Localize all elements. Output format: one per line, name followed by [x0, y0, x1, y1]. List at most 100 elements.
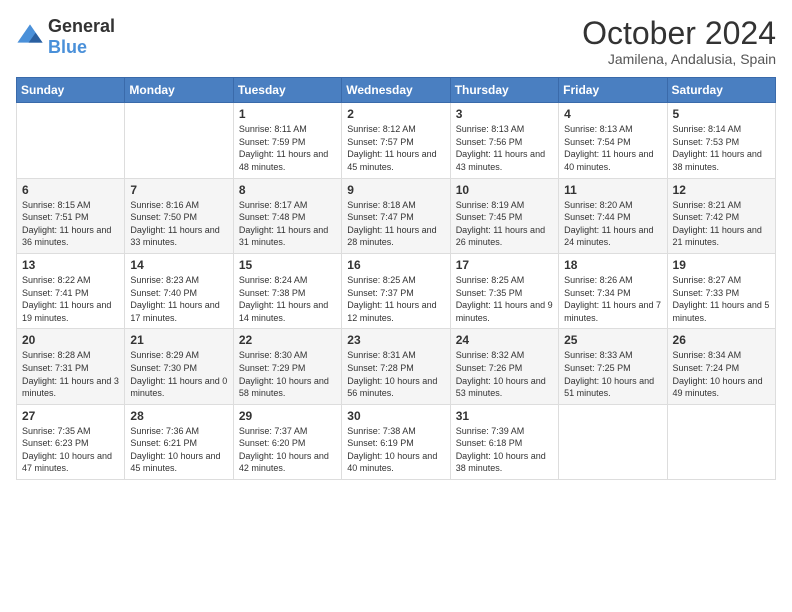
calendar-cell: 20 Sunrise: 8:28 AM Sunset: 7:31 PM Dayli…	[17, 329, 125, 404]
day-info: Sunrise: 8:11 AM Sunset: 7:59 PM Dayligh…	[239, 123, 336, 173]
day-number: 14	[130, 258, 227, 272]
day-info: Sunrise: 7:36 AM Sunset: 6:21 PM Dayligh…	[130, 425, 227, 475]
col-friday: Friday	[559, 78, 667, 103]
day-number: 12	[673, 183, 770, 197]
location-title: Jamilena, Andalusia, Spain	[582, 51, 776, 67]
day-info: Sunrise: 8:23 AM Sunset: 7:40 PM Dayligh…	[130, 274, 227, 324]
day-info: Sunrise: 8:24 AM Sunset: 7:38 PM Dayligh…	[239, 274, 336, 324]
calendar-cell: 21 Sunrise: 8:29 AM Sunset: 7:30 PM Dayli…	[125, 329, 233, 404]
day-number: 6	[22, 183, 119, 197]
calendar-cell: 22 Sunrise: 8:30 AM Sunset: 7:29 PM Dayli…	[233, 329, 341, 404]
logo: General Blue	[16, 16, 115, 58]
col-tuesday: Tuesday	[233, 78, 341, 103]
calendar-cell: 28 Sunrise: 7:36 AM Sunset: 6:21 PM Dayli…	[125, 404, 233, 479]
day-number: 8	[239, 183, 336, 197]
day-info: Sunrise: 8:18 AM Sunset: 7:47 PM Dayligh…	[347, 199, 444, 249]
day-info: Sunrise: 8:15 AM Sunset: 7:51 PM Dayligh…	[22, 199, 119, 249]
logo-general: General	[48, 16, 115, 36]
calendar-cell: 5 Sunrise: 8:14 AM Sunset: 7:53 PM Daylig…	[667, 103, 775, 178]
day-info: Sunrise: 8:17 AM Sunset: 7:48 PM Dayligh…	[239, 199, 336, 249]
day-info: Sunrise: 8:28 AM Sunset: 7:31 PM Dayligh…	[22, 349, 119, 399]
page-container: General Blue October 2024 Jamilena, Anda…	[0, 0, 792, 496]
logo-icon	[16, 23, 44, 51]
day-info: Sunrise: 8:25 AM Sunset: 7:37 PM Dayligh…	[347, 274, 444, 324]
day-info: Sunrise: 8:33 AM Sunset: 7:25 PM Dayligh…	[564, 349, 661, 399]
calendar-week-2: 6 Sunrise: 8:15 AM Sunset: 7:51 PM Daylig…	[17, 178, 776, 253]
day-info: Sunrise: 8:14 AM Sunset: 7:53 PM Dayligh…	[673, 123, 770, 173]
day-number: 3	[456, 107, 553, 121]
calendar-week-5: 27 Sunrise: 7:35 AM Sunset: 6:23 PM Dayli…	[17, 404, 776, 479]
day-info: Sunrise: 8:25 AM Sunset: 7:35 PM Dayligh…	[456, 274, 553, 324]
calendar-week-1: 1 Sunrise: 8:11 AM Sunset: 7:59 PM Daylig…	[17, 103, 776, 178]
day-info: Sunrise: 7:35 AM Sunset: 6:23 PM Dayligh…	[22, 425, 119, 475]
day-number: 17	[456, 258, 553, 272]
calendar-cell: 24 Sunrise: 8:32 AM Sunset: 7:26 PM Dayli…	[450, 329, 558, 404]
calendar-cell: 7 Sunrise: 8:16 AM Sunset: 7:50 PM Daylig…	[125, 178, 233, 253]
calendar-week-4: 20 Sunrise: 8:28 AM Sunset: 7:31 PM Dayli…	[17, 329, 776, 404]
day-number: 24	[456, 333, 553, 347]
day-info: Sunrise: 8:13 AM Sunset: 7:56 PM Dayligh…	[456, 123, 553, 173]
calendar-cell	[667, 404, 775, 479]
day-number: 13	[22, 258, 119, 272]
calendar-week-3: 13 Sunrise: 8:22 AM Sunset: 7:41 PM Dayli…	[17, 253, 776, 328]
day-number: 18	[564, 258, 661, 272]
calendar-cell: 10Sunrise: 8:19 AM Sunset: 7:45 PM Dayli…	[450, 178, 558, 253]
calendar-cell: 31 Sunrise: 7:39 AM Sunset: 6:18 PM Dayli…	[450, 404, 558, 479]
day-number: 7	[130, 183, 227, 197]
logo-blue: Blue	[48, 37, 87, 57]
day-info: Sunrise: 8:13 AM Sunset: 7:54 PM Dayligh…	[564, 123, 661, 173]
calendar-cell: 27 Sunrise: 7:35 AM Sunset: 6:23 PM Dayli…	[17, 404, 125, 479]
day-info: Sunrise: 7:39 AM Sunset: 6:18 PM Dayligh…	[456, 425, 553, 475]
calendar-cell: 23Sunrise: 8:31 AM Sunset: 7:28 PM Dayli…	[342, 329, 450, 404]
day-number: 31	[456, 409, 553, 423]
day-info: Sunrise: 8:29 AM Sunset: 7:30 PM Dayligh…	[130, 349, 227, 399]
day-info: Sunrise: 8:22 AM Sunset: 7:41 PM Dayligh…	[22, 274, 119, 324]
calendar-cell: 17 Sunrise: 8:25 AM Sunset: 7:35 PM Dayli…	[450, 253, 558, 328]
day-number: 16	[347, 258, 444, 272]
col-monday: Monday	[125, 78, 233, 103]
calendar-cell: 30Sunrise: 7:38 AM Sunset: 6:19 PM Dayli…	[342, 404, 450, 479]
day-number: 26	[673, 333, 770, 347]
calendar-cell: 26 Sunrise: 8:34 AM Sunset: 7:24 PM Dayli…	[667, 329, 775, 404]
col-wednesday: Wednesday	[342, 78, 450, 103]
calendar-cell: 4 Sunrise: 8:13 AM Sunset: 7:54 PM Daylig…	[559, 103, 667, 178]
day-number: 27	[22, 409, 119, 423]
col-sunday: Sunday	[17, 78, 125, 103]
day-number: 30	[347, 409, 444, 423]
header: General Blue October 2024 Jamilena, Anda…	[16, 16, 776, 67]
day-info: Sunrise: 8:30 AM Sunset: 7:29 PM Dayligh…	[239, 349, 336, 399]
calendar-cell: 8 Sunrise: 8:17 AM Sunset: 7:48 PM Daylig…	[233, 178, 341, 253]
calendar-cell: 19Sunrise: 8:27 AM Sunset: 7:33 PM Dayli…	[667, 253, 775, 328]
day-info: Sunrise: 8:12 AM Sunset: 7:57 PM Dayligh…	[347, 123, 444, 173]
col-thursday: Thursday	[450, 78, 558, 103]
calendar-cell: 12Sunrise: 8:21 AM Sunset: 7:42 PM Dayli…	[667, 178, 775, 253]
day-info: Sunrise: 8:16 AM Sunset: 7:50 PM Dayligh…	[130, 199, 227, 249]
day-number: 11	[564, 183, 661, 197]
day-number: 1	[239, 107, 336, 121]
title-block: October 2024 Jamilena, Andalusia, Spain	[582, 16, 776, 67]
day-info: Sunrise: 8:32 AM Sunset: 7:26 PM Dayligh…	[456, 349, 553, 399]
day-number: 5	[673, 107, 770, 121]
day-info: Sunrise: 8:34 AM Sunset: 7:24 PM Dayligh…	[673, 349, 770, 399]
day-number: 25	[564, 333, 661, 347]
day-info: Sunrise: 7:37 AM Sunset: 6:20 PM Dayligh…	[239, 425, 336, 475]
calendar-cell: 3 Sunrise: 8:13 AM Sunset: 7:56 PM Daylig…	[450, 103, 558, 178]
calendar-cell: 25 Sunrise: 8:33 AM Sunset: 7:25 PM Dayli…	[559, 329, 667, 404]
calendar-cell: 11 Sunrise: 8:20 AM Sunset: 7:44 PM Dayli…	[559, 178, 667, 253]
day-info: Sunrise: 8:20 AM Sunset: 7:44 PM Dayligh…	[564, 199, 661, 249]
calendar-table: Sunday Monday Tuesday Wednesday Thursday…	[16, 77, 776, 480]
day-info: Sunrise: 8:27 AM Sunset: 7:33 PM Dayligh…	[673, 274, 770, 324]
calendar-cell: 16 Sunrise: 8:25 AM Sunset: 7:37 PM Dayli…	[342, 253, 450, 328]
logo-text: General Blue	[48, 16, 115, 58]
day-number: 21	[130, 333, 227, 347]
calendar-header-row: Sunday Monday Tuesday Wednesday Thursday…	[17, 78, 776, 103]
calendar-cell	[17, 103, 125, 178]
day-number: 29	[239, 409, 336, 423]
calendar-cell: 2Sunrise: 8:12 AM Sunset: 7:57 PM Daylig…	[342, 103, 450, 178]
day-number: 20	[22, 333, 119, 347]
calendar-cell: 13 Sunrise: 8:22 AM Sunset: 7:41 PM Dayli…	[17, 253, 125, 328]
day-number: 9	[347, 183, 444, 197]
day-number: 22	[239, 333, 336, 347]
day-number: 28	[130, 409, 227, 423]
day-number: 4	[564, 107, 661, 121]
